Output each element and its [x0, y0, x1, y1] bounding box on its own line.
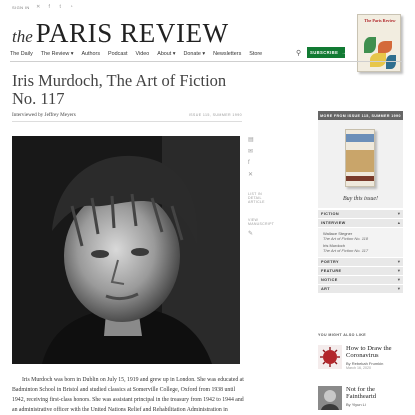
logo-name: PARIS REVIEW: [35, 18, 229, 48]
chevron-down-icon: ▾: [397, 268, 400, 273]
interview-title: The Art of Fiction No. 118: [323, 236, 369, 241]
nav-item-about[interactable]: About ▾: [157, 51, 175, 57]
sign-in-link[interactable]: SIGN IN: [12, 5, 30, 10]
menu-label: POETRY: [321, 260, 339, 264]
logo-the: the: [12, 27, 33, 46]
recommendation-author: By Yiyun Li: [346, 402, 366, 407]
issue-contents-menu: FICTION ▾ INTERVIEW ▴ Wallace Stegner Th…: [318, 210, 403, 294]
search-icon[interactable]: ⚲: [296, 49, 301, 57]
byline-divider: [12, 121, 242, 122]
twitter-icon[interactable]: ✕: [36, 5, 41, 10]
rss-icon[interactable]: ◔: [69, 5, 74, 10]
interview-title: The Art of Fiction No. 117: [323, 248, 369, 253]
menu-item-notice[interactable]: NOTICE ▾: [318, 276, 403, 285]
chevron-up-icon: ▴: [397, 220, 400, 225]
tumblr-icon[interactable]: t: [58, 5, 63, 10]
author-portrait: [12, 136, 240, 364]
recommendation-title: How to Draw the Coronavirus: [346, 345, 392, 359]
interview-link[interactable]: Iris Murdoch The Art of Fiction No. 117: [323, 243, 399, 253]
article-body: Iris Murdoch was born in Dublin on July …: [12, 375, 244, 415]
byline: Interviewed by Jeffrey Meyers: [12, 112, 76, 118]
facebook-share-icon[interactable]: f: [248, 160, 268, 166]
recommendation-title: Not for the Faintheartd: [346, 386, 377, 400]
top-utility-bar: SIGN IN ✕ f t ◔: [12, 3, 74, 12]
body-paragraph: Iris Murdoch was born in Dublin on July …: [12, 377, 244, 413]
buy-issue-link[interactable]: Buy this issue!: [318, 196, 403, 202]
menu-label: FEATURE: [321, 269, 342, 273]
subscribe-button[interactable]: SUBSCRIBE →: [307, 47, 345, 58]
magazine-cover-image[interactable]: The Paris Review: [357, 14, 401, 72]
nav-item-podcast[interactable]: Podcast: [108, 51, 127, 57]
chevron-down-icon: ▾: [397, 259, 400, 264]
interview-list: Wallace Stegner The Art of Fiction No. 1…: [318, 228, 403, 258]
facebook-icon[interactable]: f: [47, 5, 52, 10]
chevron-down-icon: ▾: [397, 277, 400, 282]
menu-label: NOTICE: [321, 278, 338, 282]
nav-item-store[interactable]: Store: [249, 51, 262, 57]
recommendation-item[interactable]: Not for the Faintheartd By Yiyun Li: [318, 386, 403, 410]
recommendation-date: March 16, 2020: [346, 366, 371, 370]
menu-item-feature[interactable]: FEATURE ▾: [318, 267, 403, 276]
byline-row: Interviewed by Jeffrey Meyers ISSUE 115,…: [12, 112, 242, 118]
menu-item-interview[interactable]: INTERVIEW ▴: [318, 219, 403, 228]
email-icon[interactable]: ✉: [248, 148, 268, 155]
article-title: Iris Murdoch, The Art of Fiction No. 117: [12, 71, 227, 108]
also-like-heading: YOU MIGHT ALSO LIKE: [318, 333, 366, 337]
arrow-right-icon: →: [341, 50, 346, 55]
issue-link[interactable]: ISSUE 115, SUMMER 1990: [189, 113, 242, 117]
twitter-share-icon[interactable]: ✕: [248, 171, 268, 178]
share-column: ▤ ✉ f ✕ LIST IN DETAIL ARTICLE VIEW MANU…: [248, 136, 274, 242]
recommendation-thumbnail: [318, 345, 342, 369]
menu-item-poetry[interactable]: POETRY ▾: [318, 258, 403, 267]
nav-item-video[interactable]: Video: [136, 51, 150, 57]
view-manuscript-label[interactable]: VIEW MANUSCRIPT: [248, 218, 274, 226]
main-nav: The Daily The Review ▾ Authors Podcast V…: [10, 49, 262, 58]
nav-item-newsletters[interactable]: Newsletters: [213, 51, 241, 57]
subscribe-label: SUBSCRIBE: [310, 50, 339, 55]
recommendation-thumbnail: [318, 386, 342, 410]
nav-item-the-review[interactable]: The Review ▾: [41, 51, 74, 57]
recommendation-item[interactable]: How to Draw the Coronavirus By Rebekah F…: [318, 345, 403, 370]
print-icon[interactable]: ▤: [248, 136, 268, 143]
menu-item-fiction[interactable]: FICTION ▾: [318, 210, 403, 219]
chevron-down-icon: ▾: [397, 211, 400, 216]
nav-item-the-daily[interactable]: The Daily: [10, 51, 33, 57]
nav-divider: [10, 61, 403, 62]
menu-label: ART: [321, 287, 331, 291]
interview-link[interactable]: Wallace Stegner The Art of Fiction No. 1…: [323, 231, 399, 241]
chevron-down-icon: ▾: [397, 286, 400, 291]
menu-item-art[interactable]: ART ▾: [318, 285, 403, 294]
nav-item-donate[interactable]: Donate ▾: [184, 51, 206, 57]
issue-header: MORE FROM ISSUE 115, SUMMER 1990: [318, 111, 403, 120]
menu-label: INTERVIEW: [321, 221, 346, 225]
cover-title: The Paris Review: [364, 18, 396, 23]
issue-promo: MORE FROM ISSUE 115, SUMMER 1990 Buy thi…: [318, 111, 403, 208]
menu-label: FICTION: [321, 212, 339, 216]
site-logo[interactable]: the PARIS REVIEW: [12, 18, 229, 49]
manuscript-icon[interactable]: ✎: [248, 230, 268, 237]
issue-cover-image[interactable]: [345, 129, 375, 187]
nav-item-authors[interactable]: Authors: [81, 51, 100, 57]
list-detail-label[interactable]: LIST IN DETAIL ARTICLE: [248, 192, 268, 204]
